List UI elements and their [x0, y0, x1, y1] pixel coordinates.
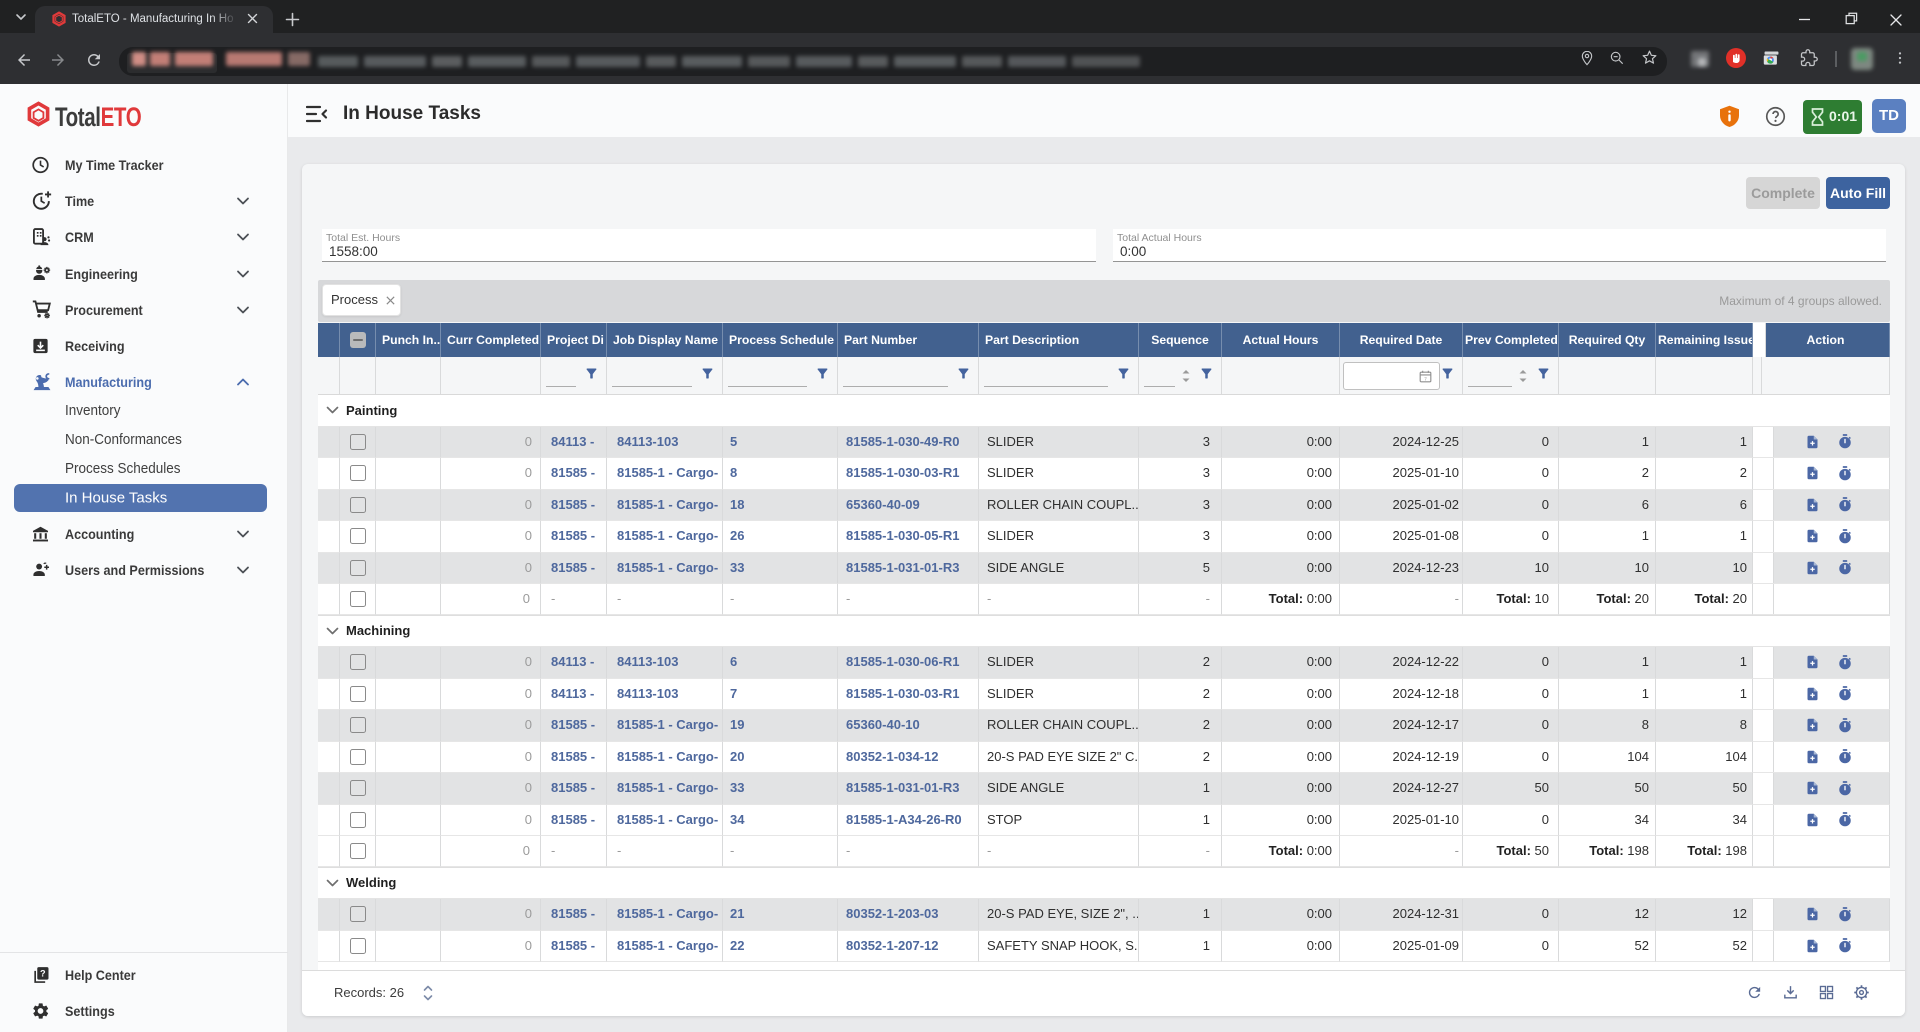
svg-text:?: ?: [40, 968, 46, 978]
svg-text:7: 7: [1424, 376, 1427, 381]
